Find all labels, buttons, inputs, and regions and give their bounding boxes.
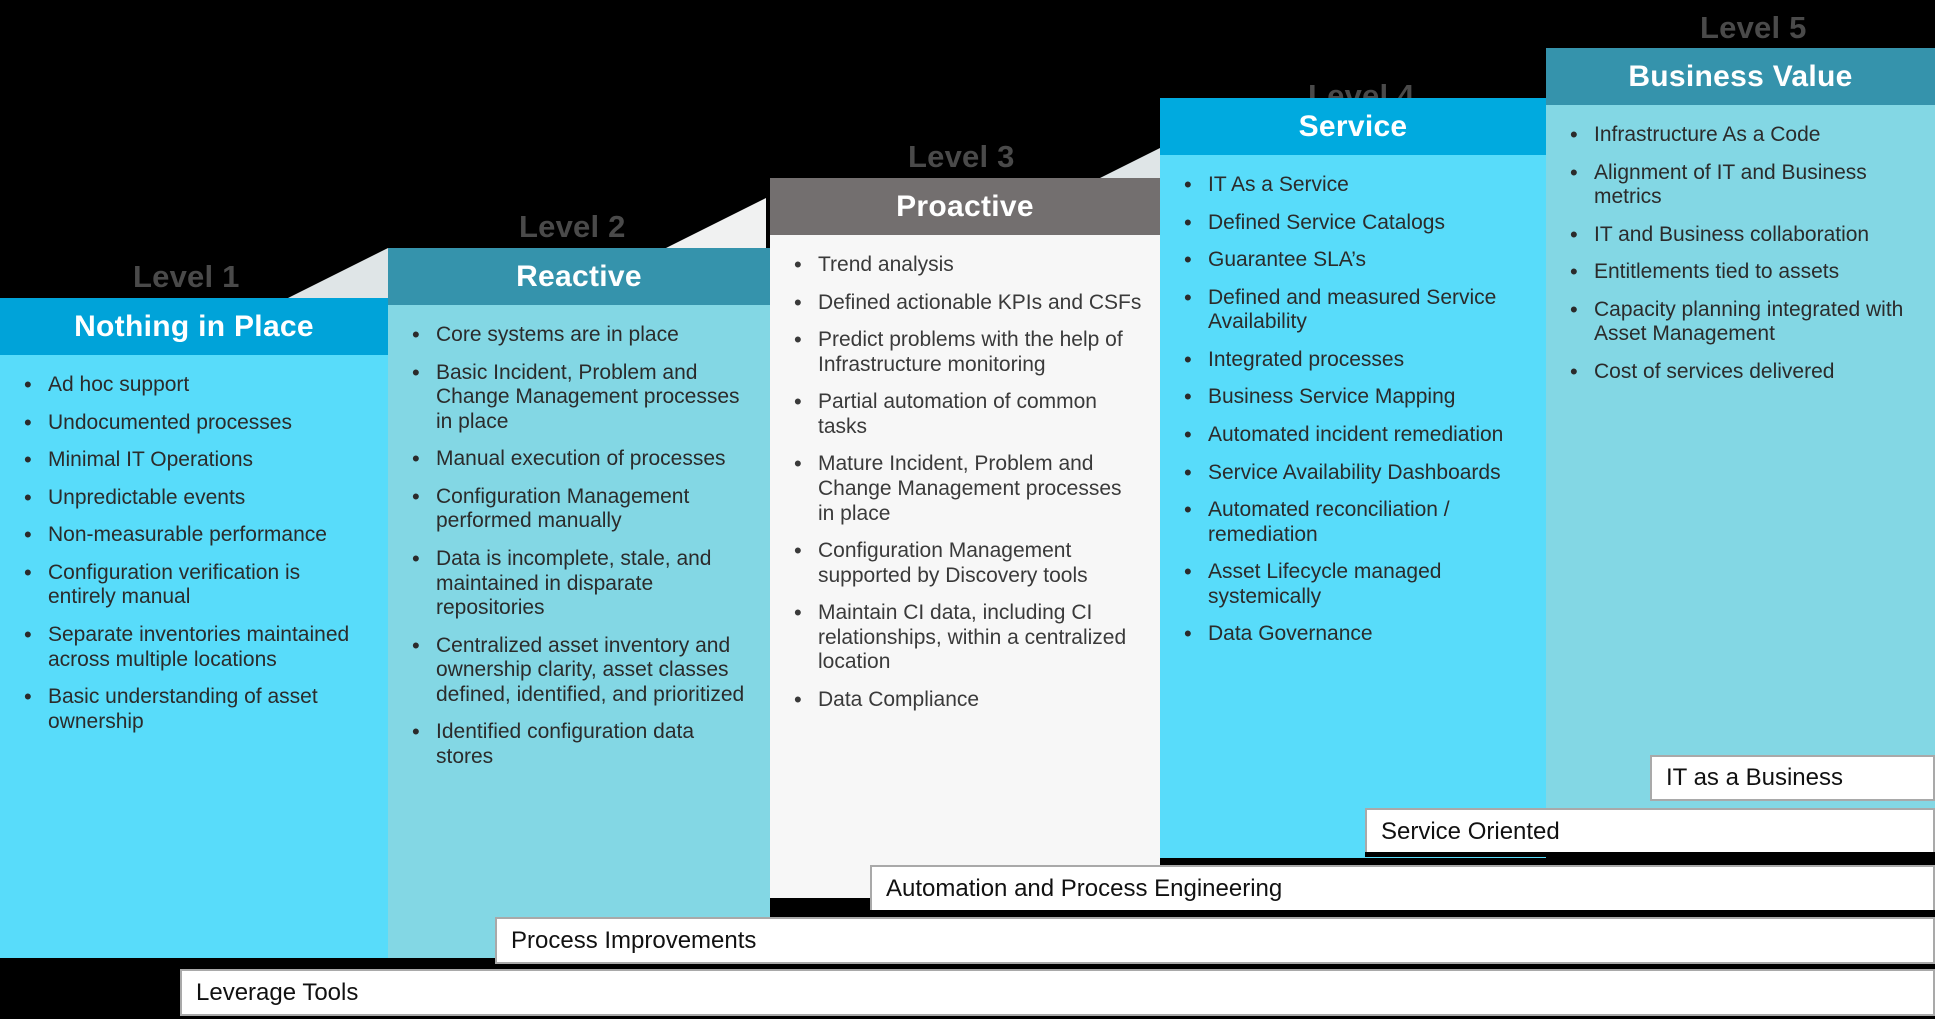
list-item: Infrastructure As a Code bbox=[1564, 122, 1917, 148]
level-1-bullet-list: Ad hoc support Undocumented processes Mi… bbox=[18, 372, 370, 734]
list-item: IT and Business collaboration bbox=[1564, 222, 1917, 248]
level-title-2: Level 2 bbox=[519, 209, 626, 244]
level-5-header: Business Value bbox=[1546, 48, 1935, 105]
list-item: Manual execution of processes bbox=[406, 446, 752, 472]
list-item: Non-measurable performance bbox=[18, 522, 370, 548]
level-4-title: Service bbox=[1298, 109, 1408, 143]
level-column-4: Service IT As a Service Defined Service … bbox=[1160, 98, 1546, 858]
callout-automation-underline bbox=[770, 910, 1935, 915]
list-item: Alignment of IT and Business metrics bbox=[1564, 160, 1917, 210]
level-3-bullet-list: Trend analysis Defined actionable KPIs a… bbox=[788, 252, 1142, 713]
callout-label: Service Oriented bbox=[1381, 817, 1560, 845]
list-item: Centralized asset inventory and ownershi… bbox=[406, 633, 752, 708]
level-column-1: Nothing in Place Ad hoc support Undocume… bbox=[0, 298, 388, 958]
list-item: Automated reconciliation / remediation bbox=[1178, 497, 1528, 547]
level-title-3: Level 3 bbox=[908, 139, 1015, 174]
list-item: Data Compliance bbox=[788, 687, 1142, 713]
list-item: Partial automation of common tasks bbox=[788, 389, 1142, 439]
callout-it-as-a-business: IT as a Business bbox=[1650, 755, 1935, 801]
list-item: Service Availability Dashboards bbox=[1178, 460, 1528, 486]
list-item: Mature Incident, Problem and Change Mana… bbox=[788, 451, 1142, 526]
list-item: Identified configuration data stores bbox=[406, 719, 752, 769]
level-2-body: Core systems are in place Basic Incident… bbox=[388, 305, 770, 958]
list-item: Defined actionable KPIs and CSFs bbox=[788, 290, 1142, 316]
level-4-body: IT As a Service Defined Service Catalogs… bbox=[1160, 155, 1546, 858]
level-4-bullet-list: IT As a Service Defined Service Catalogs… bbox=[1178, 172, 1528, 647]
level-2-bullet-list: Core systems are in place Basic Incident… bbox=[406, 322, 752, 769]
list-item: Trend analysis bbox=[788, 252, 1142, 278]
callout-service-oriented: Service Oriented bbox=[1365, 808, 1935, 855]
level-column-2: Reactive Core systems are in place Basic… bbox=[388, 248, 770, 958]
list-item: IT As a Service bbox=[1178, 172, 1528, 198]
level-4-header: Service bbox=[1160, 98, 1546, 155]
level-column-5: Business Value Infrastructure As a Code … bbox=[1546, 48, 1935, 808]
list-item: Minimal IT Operations bbox=[18, 447, 370, 473]
list-item: Unpredictable events bbox=[18, 485, 370, 511]
maturity-model-diagram: Level 1 Level 2 Level 3 Level 4 Level 5 … bbox=[0, 0, 1935, 1019]
list-item: Defined Service Catalogs bbox=[1178, 210, 1528, 236]
list-item: Maintain CI data, including CI relations… bbox=[788, 600, 1142, 675]
callout-process-improvements: Process Improvements bbox=[495, 917, 1935, 964]
list-item: Core systems are in place bbox=[406, 322, 752, 348]
callout-service-oriented-underline bbox=[1365, 852, 1935, 857]
level-1-title: Nothing in Place bbox=[74, 309, 314, 343]
list-item: Integrated processes bbox=[1178, 347, 1528, 373]
callout-leverage-tools: Leverage Tools bbox=[180, 969, 1935, 1016]
list-item: Data is incomplete, stale, and maintaine… bbox=[406, 546, 752, 621]
list-item: Configuration verification is entirely m… bbox=[18, 560, 370, 610]
list-item: Configuration Management supported by Di… bbox=[788, 538, 1142, 588]
callout-label: Process Improvements bbox=[511, 926, 757, 954]
list-item: Defined and measured Service Availabilit… bbox=[1178, 285, 1528, 335]
list-item: Automated incident remediation bbox=[1178, 422, 1528, 448]
list-item: Basic understanding of asset ownership bbox=[18, 684, 370, 734]
list-item: Basic Incident, Problem and Change Manag… bbox=[406, 360, 752, 435]
level-column-3: Proactive Trend analysis Defined actiona… bbox=[770, 178, 1160, 898]
callout-label: IT as a Business bbox=[1666, 764, 1843, 791]
callout-label: Automation and Process Engineering bbox=[886, 874, 1283, 902]
list-item: Cost of services delivered bbox=[1564, 359, 1917, 385]
level-title-5: Level 5 bbox=[1700, 10, 1807, 45]
list-item: Data Governance bbox=[1178, 621, 1528, 647]
level-5-bullet-list: Infrastructure As a Code Alignment of IT… bbox=[1564, 122, 1917, 385]
list-item: Undocumented processes bbox=[18, 410, 370, 436]
list-item: Capacity planning integrated with Asset … bbox=[1564, 297, 1917, 347]
level-1-body: Ad hoc support Undocumented processes Mi… bbox=[0, 355, 388, 958]
list-item: Entitlements tied to assets bbox=[1564, 259, 1917, 285]
list-item: Asset Lifecycle managed systemically bbox=[1178, 559, 1528, 609]
list-item: Business Service Mapping bbox=[1178, 384, 1528, 410]
callout-label: Leverage Tools bbox=[196, 978, 359, 1006]
level-5-body: Infrastructure As a Code Alignment of IT… bbox=[1546, 105, 1935, 808]
list-item: Guarantee SLA’s bbox=[1178, 247, 1528, 273]
list-item: Configuration Management performed manua… bbox=[406, 484, 752, 534]
list-item: Ad hoc support bbox=[18, 372, 370, 398]
step-wedge-1 bbox=[288, 248, 388, 298]
level-2-title: Reactive bbox=[516, 259, 642, 293]
level-1-header: Nothing in Place bbox=[0, 298, 388, 355]
level-title-1: Level 1 bbox=[133, 259, 240, 294]
callout-automation-process-engineering: Automation and Process Engineering bbox=[870, 865, 1935, 912]
level-2-header: Reactive bbox=[388, 248, 770, 305]
level-5-title: Business Value bbox=[1628, 59, 1853, 93]
step-wedge-2 bbox=[666, 198, 766, 248]
level-3-title: Proactive bbox=[896, 189, 1034, 223]
list-item: Separate inventories maintained across m… bbox=[18, 622, 370, 672]
level-3-body: Trend analysis Defined actionable KPIs a… bbox=[770, 235, 1160, 898]
level-3-header: Proactive bbox=[770, 178, 1160, 235]
list-item: Predict problems with the help of Infras… bbox=[788, 327, 1142, 377]
